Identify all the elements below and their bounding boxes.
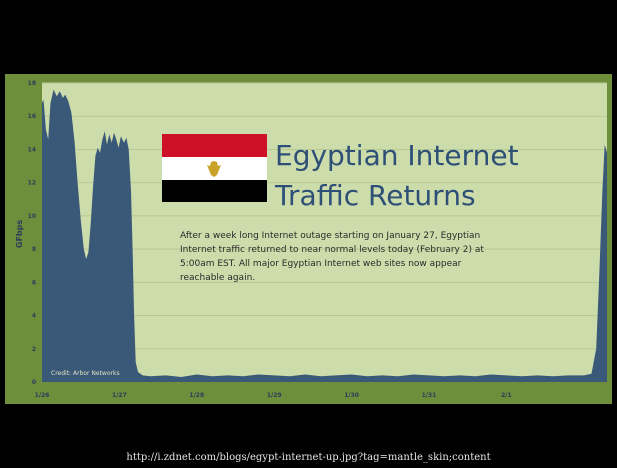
- x-tick-label: 1/27: [112, 392, 127, 399]
- image-caption-url: http://i.zdnet.com/blogs/egypt-internet-…: [126, 452, 491, 463]
- egypt-flag: [162, 134, 267, 202]
- x-tick-label: 1/31: [422, 392, 437, 399]
- y-axis-label: GFbps: [15, 220, 24, 248]
- y-tick-label: 10: [28, 213, 36, 220]
- y-tick-label: 14: [28, 146, 36, 153]
- y-tick-label: 8: [32, 246, 36, 253]
- y-tick-label: 2: [32, 346, 36, 353]
- y-tick-label: 6: [32, 279, 36, 286]
- flag-red-stripe: [162, 134, 267, 157]
- y-tick-label: 16: [28, 113, 36, 120]
- y-tick-label: 18: [28, 80, 36, 87]
- y-tick-label: 4: [32, 313, 36, 320]
- headline-line1: Egyptian Internet: [275, 139, 519, 172]
- credit-text: Credit: Arbor Networks: [51, 370, 120, 377]
- y-tick-labels: 0 2 4 6 8 10 12 14 16 18: [28, 80, 36, 386]
- body-line-2: Internet traffic returned to near normal…: [180, 245, 484, 255]
- x-tick-label: 1/28: [189, 392, 204, 399]
- y-tick-label: 12: [28, 180, 36, 187]
- x-tick-label: 1/26: [35, 392, 50, 399]
- chart-panel: 0 2 4 6 8 10 12 14 16 18 1/26 1/27 1/28 1/29 1/30 1/31…: [5, 74, 612, 404]
- x-tick-label: 1/29: [267, 392, 282, 399]
- body-line-4: reachable again.: [180, 273, 255, 283]
- chart-svg: 0 2 4 6 8 10 12 14 16 18 1/26 1/27 1/28 1/29 1/30 1/31…: [15, 80, 607, 399]
- body-line-3: 5:00am EST. All major Egyptian Internet …: [180, 259, 462, 269]
- body-line-1: After a week long Internet outage starti…: [180, 231, 480, 241]
- flag-black-stripe: [162, 180, 267, 202]
- x-tick-labels: 1/26 1/27 1/28 1/29 1/30 1/31 2/1: [35, 392, 512, 399]
- x-tick-label: 2/1: [501, 392, 512, 399]
- headline-line2: Traffic Returns: [274, 179, 476, 212]
- x-tick-label: 1/30: [344, 392, 359, 399]
- y-tick-label: 0: [32, 379, 36, 386]
